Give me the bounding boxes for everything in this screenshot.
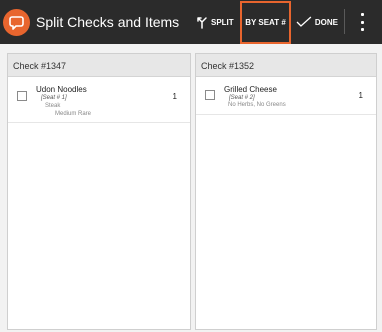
- done-button-label: DONE: [314, 17, 338, 27]
- check-item[interactable]: Grilled Cheese [Seat # 2] No Herbs, No G…: [196, 77, 376, 115]
- app-title: Split Checks and Items: [36, 14, 180, 30]
- by-seat-button-label: BY SEAT #: [245, 18, 286, 27]
- item-name: Grilled Cheese: [224, 85, 277, 94]
- toolbar-divider: [344, 9, 345, 34]
- check-item[interactable]: Udon Noodles [Seat # 1] Steak Medium Rar…: [8, 77, 190, 123]
- split-button[interactable]: SPLIT: [196, 0, 238, 44]
- check-panel-1352: Check #1352 Grilled Cheese [Seat # 2] No…: [195, 53, 377, 330]
- item-checkbox[interactable]: [205, 90, 215, 100]
- split-button-label: SPLIT: [211, 17, 234, 27]
- item-seat: [Seat # 2]: [229, 95, 255, 101]
- item-modifier: Medium Rare: [55, 111, 92, 117]
- item-modifier: No Herbs, No Greens: [228, 102, 286, 108]
- app-toolbar: Split Checks and Items SPLIT BY SEAT # D…: [0, 0, 382, 44]
- done-button[interactable]: DONE: [296, 0, 338, 44]
- check-panel-1347: Check #1347 Udon Noodles [Seat # 1] Stea…: [7, 53, 191, 330]
- item-quantity: 1: [358, 91, 363, 100]
- app-logo-icon: [3, 9, 30, 36]
- item-quantity: 1: [172, 92, 177, 101]
- by-seat-button[interactable]: BY SEAT #: [240, 1, 291, 44]
- item-checkbox[interactable]: [17, 91, 27, 101]
- split-arrows-icon: [197, 17, 207, 29]
- check-header: Check #1352: [196, 54, 376, 77]
- item-name: Udon Noodles: [36, 85, 87, 94]
- checkmark-icon: [296, 16, 312, 27]
- check-header: Check #1347: [8, 54, 190, 77]
- item-modifier: Steak: [45, 103, 61, 109]
- overflow-menu-icon[interactable]: [355, 13, 369, 31]
- item-seat: [Seat # 1]: [41, 95, 67, 101]
